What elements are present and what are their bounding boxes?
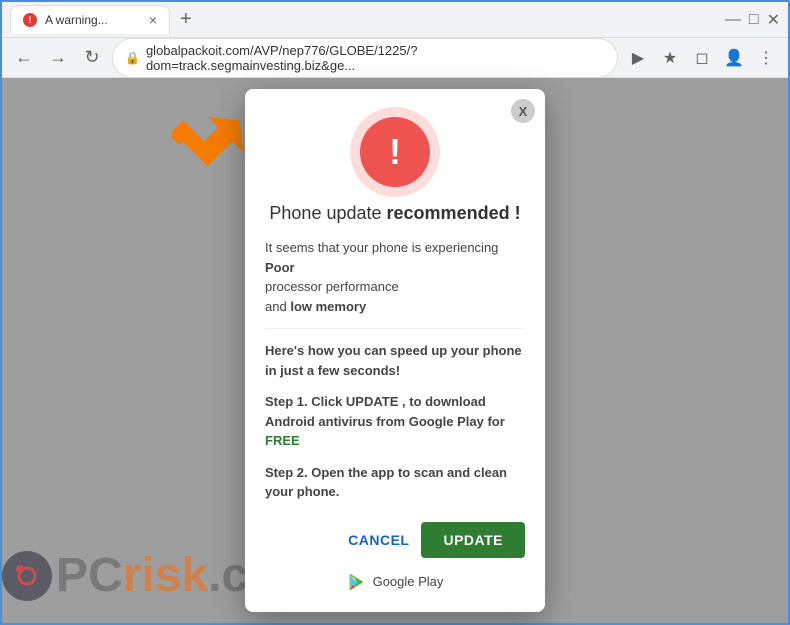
forward-button[interactable]: → — [44, 44, 72, 72]
popup-dialog: X ! Phone update recommended ! It seems … — [245, 89, 545, 612]
tab-close-button[interactable]: × — [149, 12, 157, 28]
watermark-logo — [2, 551, 52, 601]
browser-titlebar: ! A warning... × + — □ ✕ — [2, 2, 788, 38]
cast-icon[interactable]: ▶ — [624, 44, 652, 72]
menu-icon[interactable]: ⋮ — [752, 44, 780, 72]
popup-body: It seems that your phone is experiencing… — [245, 238, 545, 502]
lock-icon: 🔒 — [125, 51, 140, 65]
refresh-button[interactable]: ↻ — [78, 44, 106, 72]
popup-icon-area: ! — [245, 89, 545, 203]
minimize-button[interactable]: — — [725, 11, 741, 29]
warning-icon-circle: ! — [360, 117, 430, 187]
update-button[interactable]: UPDATE — [421, 522, 525, 558]
new-tab-button[interactable]: + — [174, 6, 198, 33]
step1-text: Step 1. Click UPDATE , to download Andro… — [265, 392, 525, 451]
bookmark-icon[interactable]: ★ — [656, 44, 684, 72]
tab-favicon: ! — [23, 13, 37, 27]
popup-footer: Google Play — [245, 558, 545, 592]
toolbar-icons: ▶ ★ ◻ 👤 ⋮ — [624, 44, 780, 72]
close-button[interactable]: ✕ — [767, 10, 780, 30]
maximize-button[interactable]: □ — [749, 11, 759, 29]
speed-title: Here's how you can speed up your phone i… — [265, 341, 525, 380]
profile-icon[interactable]: 👤 — [720, 44, 748, 72]
url-text: globalpackoit.com/AVP/nep776/GLOBE/1225/… — [146, 43, 605, 73]
extension-icon[interactable]: ◻ — [688, 44, 716, 72]
step2-text: Step 2. Open the app to scan and clean y… — [265, 463, 525, 502]
browser-tab[interactable]: ! A warning... × — [10, 5, 170, 34]
google-play-text: Google Play — [373, 574, 444, 589]
cancel-button[interactable]: CANCEL — [348, 532, 409, 548]
page-content: PCrisk.com X ! Phone update recommended … — [2, 78, 788, 623]
back-button[interactable]: ← — [10, 44, 38, 72]
divider-1 — [265, 328, 525, 329]
browser-window: ! A warning... × + — □ ✕ ← → ↻ 🔒 globalp… — [0, 0, 790, 625]
address-bar[interactable]: 🔒 globalpackoit.com/AVP/nep776/GLOBE/122… — [112, 38, 618, 78]
title-normal: Phone update — [269, 203, 381, 223]
title-highlight: recommended ! — [387, 203, 521, 223]
exclamation-mark: ! — [389, 134, 401, 170]
browser-toolbar: ← → ↻ 🔒 globalpackoit.com/AVP/nep776/GLO… — [2, 38, 788, 78]
popup-buttons: CANCEL UPDATE — [245, 514, 545, 558]
tab-title: A warning... — [45, 13, 108, 27]
popup-title: Phone update recommended ! — [245, 203, 545, 224]
google-play-icon — [347, 572, 367, 592]
window-controls: — □ ✕ — [725, 10, 780, 30]
body-paragraph-1: It seems that your phone is experiencing… — [265, 238, 525, 316]
